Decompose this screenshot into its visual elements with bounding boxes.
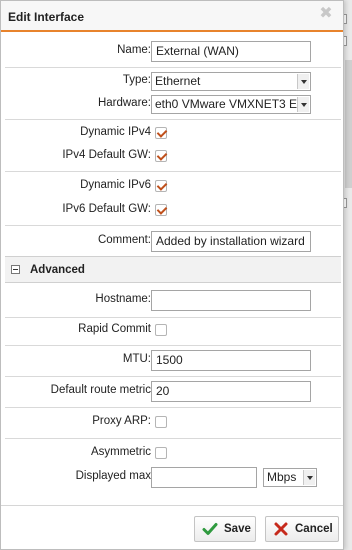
dynamic-ipv4-label: Dynamic IPv4 xyxy=(80,126,151,138)
comment-label: Comment: xyxy=(97,234,151,246)
dialog-footer: Save Cancel xyxy=(1,505,343,549)
hardware-row: Hardware: eth0 VMware VMXNET3 Et xyxy=(5,92,341,116)
divider xyxy=(5,376,341,377)
dialog-title: Edit Interface xyxy=(8,10,85,24)
ipv4-default-gw-checkbox[interactable] xyxy=(155,150,167,162)
rapid-commit-label: Rapid Commit xyxy=(78,323,151,335)
unit-select[interactable]: Mbps xyxy=(263,468,317,487)
divider xyxy=(5,67,341,68)
displayed-max-row: Displayed max Mbps xyxy=(5,465,341,489)
ipv6-default-gw-checkbox[interactable] xyxy=(155,204,167,216)
save-label: Save xyxy=(224,523,251,535)
comment-input[interactable]: Added by installation wizard xyxy=(151,231,311,252)
asymmetric-label: Asymmetric xyxy=(90,446,151,458)
divider xyxy=(5,171,341,172)
advanced-title: Advanced xyxy=(30,264,85,276)
displayed-max-input[interactable] xyxy=(151,467,257,488)
dialog-body: Name: External (WAN) Type: Ethernet Hard… xyxy=(5,34,341,505)
chevron-down-icon xyxy=(303,470,315,485)
asymmetric-row: Asymmetric xyxy=(5,441,341,465)
ipv4-default-gw-row: IPv4 Default GW: xyxy=(5,144,341,168)
cancel-button[interactable]: Cancel xyxy=(265,516,339,542)
mtu-input[interactable]: 1500 xyxy=(151,350,311,371)
hardware-label: Hardware: xyxy=(97,97,151,109)
proxy-arp-label: Proxy ARP: xyxy=(92,415,151,427)
dynamic-ipv6-row: Dynamic IPv6 xyxy=(5,174,341,198)
cross-icon xyxy=(274,522,288,536)
divider xyxy=(5,407,341,408)
name-row: Name: External (WAN) xyxy=(5,39,341,63)
dynamic-ipv6-label: Dynamic IPv6 xyxy=(80,179,151,191)
rapid-commit-row: Rapid Commit xyxy=(5,318,341,342)
type-select[interactable]: Ethernet xyxy=(151,72,311,91)
type-label: Type: xyxy=(122,74,151,86)
hardware-select[interactable]: eth0 VMware VMXNET3 Et xyxy=(151,95,311,114)
divider xyxy=(5,345,341,346)
advanced-section-header[interactable]: Advanced xyxy=(5,256,341,283)
ipv6-default-gw-row: IPv6 Default GW: xyxy=(5,198,341,222)
chevron-down-icon xyxy=(297,97,309,112)
close-icon[interactable]: ✖ xyxy=(319,6,333,22)
divider xyxy=(5,438,341,439)
dynamic-ipv4-row: Dynamic IPv4 xyxy=(5,121,341,145)
name-label: Name: xyxy=(117,44,151,56)
proxy-arp-checkbox[interactable] xyxy=(155,416,167,428)
default-route-metric-label: Default route metric xyxy=(50,384,151,396)
ipv6-default-gw-label: IPv6 Default GW: xyxy=(62,203,151,215)
type-row: Type: Ethernet xyxy=(5,69,341,93)
dialog-titlebar: Edit Interface ✖ xyxy=(1,1,343,32)
comment-row: Comment: Added by installation wizard xyxy=(5,229,341,253)
default-route-metric-row: Default route metric 20 xyxy=(5,379,341,403)
hostname-row: Hostname: xyxy=(5,288,341,312)
rapid-commit-checkbox[interactable] xyxy=(155,324,167,336)
checkmark-icon xyxy=(202,523,218,535)
unit-select-value: Mbps xyxy=(267,470,297,484)
hostname-input[interactable] xyxy=(151,290,311,311)
divider xyxy=(5,225,341,226)
mtu-row: MTU: 1500 xyxy=(5,348,341,372)
dynamic-ipv4-checkbox[interactable] xyxy=(155,127,167,139)
proxy-arp-row: Proxy ARP: xyxy=(5,410,341,434)
default-route-metric-input[interactable]: 20 xyxy=(151,381,311,402)
save-button[interactable]: Save xyxy=(194,516,256,542)
ipv4-default-gw-label: IPv4 Default GW: xyxy=(62,149,151,161)
dynamic-ipv6-checkbox[interactable] xyxy=(155,180,167,192)
hostname-label: Hostname: xyxy=(95,293,151,305)
displayed-max-label: Displayed max xyxy=(75,470,151,482)
hardware-select-value: eth0 VMware VMXNET3 Et xyxy=(155,97,301,111)
edit-interface-dialog: Edit Interface ✖ Name: External (WAN) Ty… xyxy=(0,0,344,550)
divider xyxy=(5,119,341,120)
asymmetric-checkbox[interactable] xyxy=(155,447,167,459)
type-select-value: Ethernet xyxy=(155,74,201,88)
name-input[interactable]: External (WAN) xyxy=(151,41,311,62)
cancel-label: Cancel xyxy=(295,523,333,535)
chevron-down-icon xyxy=(297,74,309,89)
mtu-label: MTU: xyxy=(122,353,151,365)
collapse-icon[interactable] xyxy=(11,265,20,274)
background-scrollbar xyxy=(345,60,352,188)
